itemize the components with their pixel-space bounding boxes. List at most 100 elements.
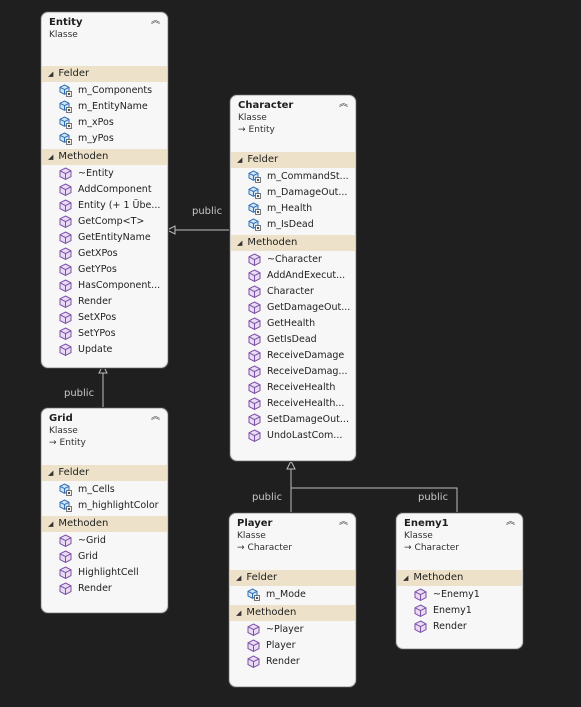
collapse-icon[interactable]: ︽ (338, 517, 349, 528)
method-item[interactable]: UndoLastCom... (231, 428, 355, 444)
method-icon (248, 364, 261, 378)
method-item[interactable]: ReceiveHealth (231, 380, 355, 396)
method-item[interactable]: Entity (+ 1 Übe... (42, 198, 167, 214)
expand-triangle-icon[interactable]: ◢ (236, 570, 241, 586)
method-icon (248, 428, 261, 442)
section-label: Felder (247, 154, 279, 165)
class-header-character[interactable]: Character Klasse → Entity ︽ (231, 96, 355, 152)
collapse-icon[interactable]: ︽ (505, 517, 516, 528)
method-icon (59, 214, 72, 228)
method-item[interactable]: GetHealth (231, 316, 355, 332)
method-item[interactable]: Grid (42, 549, 167, 565)
section-header-methods[interactable]: ◢ Methoden (230, 605, 355, 621)
method-item[interactable]: ~Entity (42, 166, 167, 182)
method-item[interactable]: ~Enemy1 (397, 587, 522, 603)
field-item[interactable]: m_Mode (230, 587, 355, 603)
field-name: m_Mode (266, 589, 306, 600)
class-header-entity[interactable]: Entity Klasse ︽ (42, 13, 167, 66)
class-box-entity[interactable]: Entity Klasse ︽ ◢ Felder m_Components m_En… (41, 12, 168, 368)
method-item[interactable]: AddAndExecut... (231, 268, 355, 284)
method-item[interactable]: GetIsDead (231, 332, 355, 348)
field-icon (59, 115, 72, 129)
method-name: ~Player (266, 624, 304, 635)
collapse-icon[interactable]: ︽ (338, 99, 349, 110)
method-item[interactable]: ReceiveHealth... (231, 396, 355, 412)
section-header-fields[interactable]: ◢ Felder (231, 152, 355, 168)
method-item[interactable]: HighlightCell (42, 565, 167, 581)
method-icon (59, 262, 72, 276)
method-item[interactable]: ~Player (230, 622, 355, 638)
expand-triangle-icon[interactable]: ◢ (237, 235, 242, 251)
class-box-enemy1[interactable]: Enemy1 Klasse → Character ︽ ◢ Methoden ~En… (396, 513, 523, 649)
method-item[interactable]: GetEntityName (42, 230, 167, 246)
field-name: m_Components (78, 85, 153, 96)
method-item[interactable]: SetYPos (42, 326, 167, 342)
method-item[interactable]: GetYPos (42, 262, 167, 278)
field-item[interactable]: m_EntityName (42, 99, 167, 115)
class-header-player[interactable]: Player Klasse → Character ︽ (230, 514, 355, 570)
section-label: Felder (58, 467, 90, 478)
section-header-methods[interactable]: ◢ Methoden (42, 149, 167, 165)
method-name: ~Enemy1 (433, 589, 480, 600)
method-item[interactable]: GetDamageOut... (231, 300, 355, 316)
field-item[interactable]: m_xPos (42, 115, 167, 131)
method-item[interactable]: Render (397, 619, 522, 635)
section-header-methods[interactable]: ◢ Methoden (42, 516, 167, 532)
method-item[interactable]: Enemy1 (397, 603, 522, 619)
method-item[interactable]: ~Grid (42, 533, 167, 549)
method-item[interactable]: ~Character (231, 252, 355, 268)
method-item[interactable]: GetXPos (42, 246, 167, 262)
section-header-methods[interactable]: ◢ Methoden (231, 235, 355, 251)
field-item[interactable]: m_DamageOut... (231, 185, 355, 201)
method-name: AddComponent (78, 184, 152, 195)
field-icon (59, 99, 72, 113)
method-item[interactable]: Render (42, 294, 167, 310)
class-box-player[interactable]: Player Klasse → Character ︽ ◢ Felder m_Mod… (229, 513, 356, 687)
field-item[interactable]: m_Components (42, 83, 167, 99)
method-name: GetHealth (267, 318, 316, 329)
expand-triangle-icon[interactable]: ◢ (48, 149, 53, 165)
method-item[interactable]: GetComp<T> (42, 214, 167, 230)
field-item[interactable]: m_Health (231, 201, 355, 217)
section-header-fields[interactable]: ◢ Felder (230, 570, 355, 586)
expand-triangle-icon[interactable]: ◢ (237, 152, 242, 168)
field-item[interactable]: m_IsDead (231, 217, 355, 233)
method-name: Render (266, 656, 300, 667)
section-header-fields[interactable]: ◢ Felder (42, 66, 167, 82)
expand-triangle-icon[interactable]: ◢ (48, 516, 53, 532)
expand-triangle-icon[interactable]: ◢ (403, 570, 408, 586)
expand-triangle-icon[interactable]: ◢ (48, 465, 53, 481)
method-item[interactable]: Character (231, 284, 355, 300)
class-box-grid[interactable]: Grid Klasse → Entity ︽ ◢ Felder m_Cells m_h… (41, 408, 168, 613)
method-item[interactable]: Player (230, 638, 355, 654)
field-item[interactable]: m_CommandSt... (231, 169, 355, 185)
method-name: SetYPos (78, 328, 116, 339)
field-item[interactable]: m_yPos (42, 131, 167, 147)
method-item[interactable]: HasComponent... (42, 278, 167, 294)
member-list-fields: m_CommandSt... m_DamageOut... m_Health m_Is… (231, 168, 355, 235)
expand-triangle-icon[interactable]: ◢ (236, 605, 241, 621)
method-item[interactable]: AddComponent (42, 182, 167, 198)
section-header-fields[interactable]: ◢ Felder (42, 465, 167, 481)
method-item[interactable]: SetDamageOut... (231, 412, 355, 428)
field-icon (247, 587, 260, 601)
method-item[interactable]: ReceiveDamag... (231, 364, 355, 380)
method-item[interactable]: Render (42, 581, 167, 597)
method-icon (248, 252, 261, 266)
class-header-enemy1[interactable]: Enemy1 Klasse → Character ︽ (397, 514, 522, 570)
method-item[interactable]: Update (42, 342, 167, 358)
method-item[interactable]: SetXPos (42, 310, 167, 326)
collapse-icon[interactable]: ︽ (150, 16, 161, 27)
collapse-icon[interactable]: ︽ (150, 412, 161, 423)
field-item[interactable]: m_highlightColor (42, 498, 167, 514)
method-item[interactable]: Render (230, 654, 355, 670)
method-item[interactable]: ReceiveDamage (231, 348, 355, 364)
section-label: Methoden (247, 237, 298, 248)
expand-triangle-icon[interactable]: ◢ (48, 66, 53, 82)
field-icon (59, 498, 72, 512)
section-header-methods[interactable]: ◢ Methoden (397, 570, 522, 586)
class-header-grid[interactable]: Grid Klasse → Entity ︽ (42, 409, 167, 465)
field-item[interactable]: m_Cells (42, 482, 167, 498)
class-box-character[interactable]: Character Klasse → Entity ︽ ◢ Felder m_Com… (230, 95, 356, 461)
base-class-name: Entity (248, 125, 275, 135)
